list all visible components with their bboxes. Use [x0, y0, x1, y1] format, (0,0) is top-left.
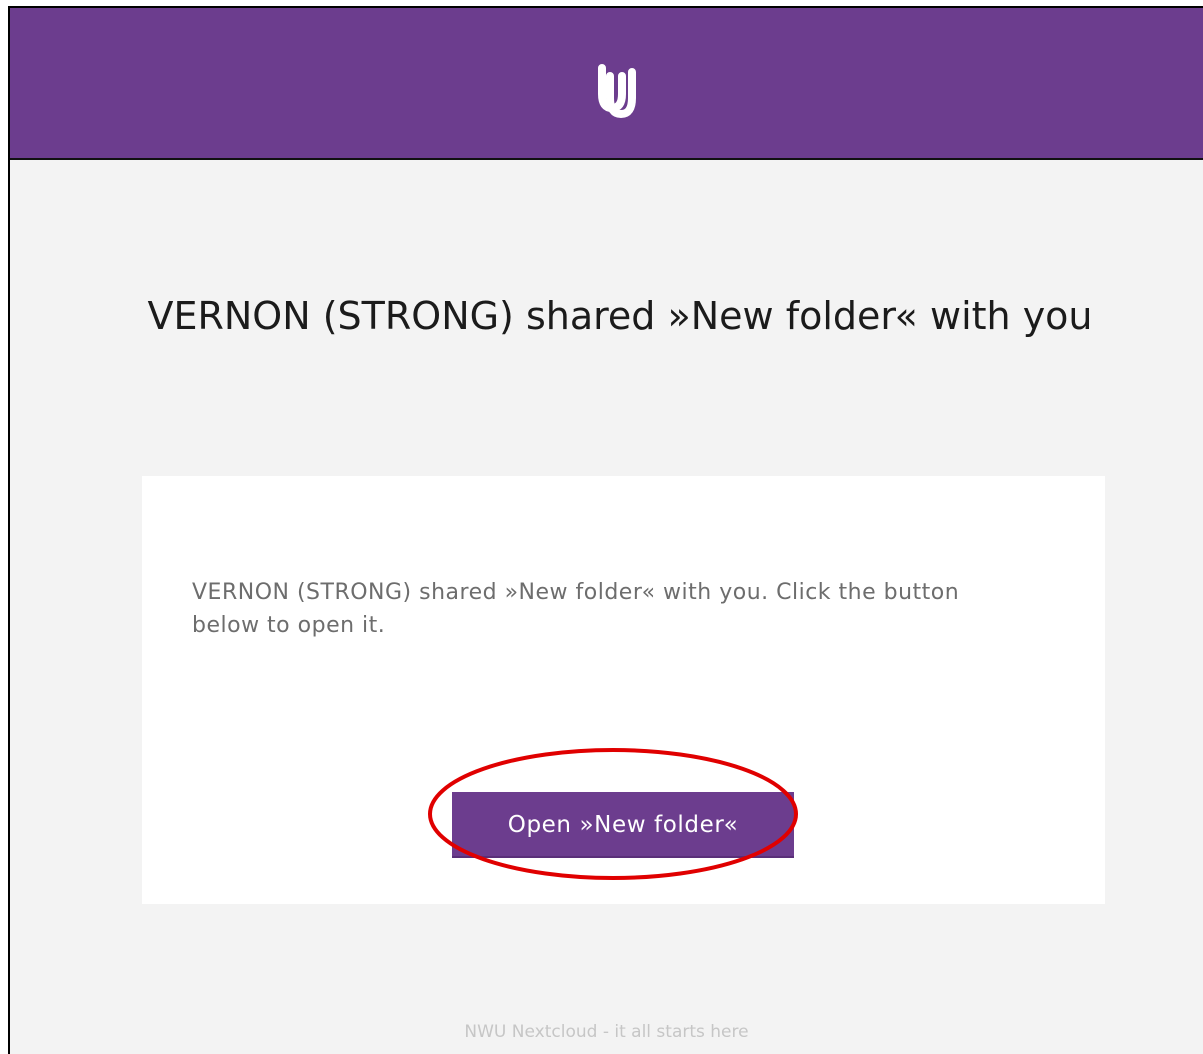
email-title: VERNON (STRONG) shared »New folder« with… [147, 294, 1093, 338]
nwu-logo-icon [598, 64, 636, 118]
message-text: VERNON (STRONG) shared »New folder« with… [192, 580, 960, 638]
message-card: VERNON (STRONG) shared »New folder« with… [142, 476, 1105, 904]
email-header [10, 8, 1203, 160]
open-folder-button[interactable]: Open »New folder« [452, 792, 794, 858]
footer-text: NWU Nextcloud - it all starts here [464, 1022, 749, 1042]
email-frame: VERNON (STRONG) shared »New folder« with… [8, 6, 1203, 1054]
